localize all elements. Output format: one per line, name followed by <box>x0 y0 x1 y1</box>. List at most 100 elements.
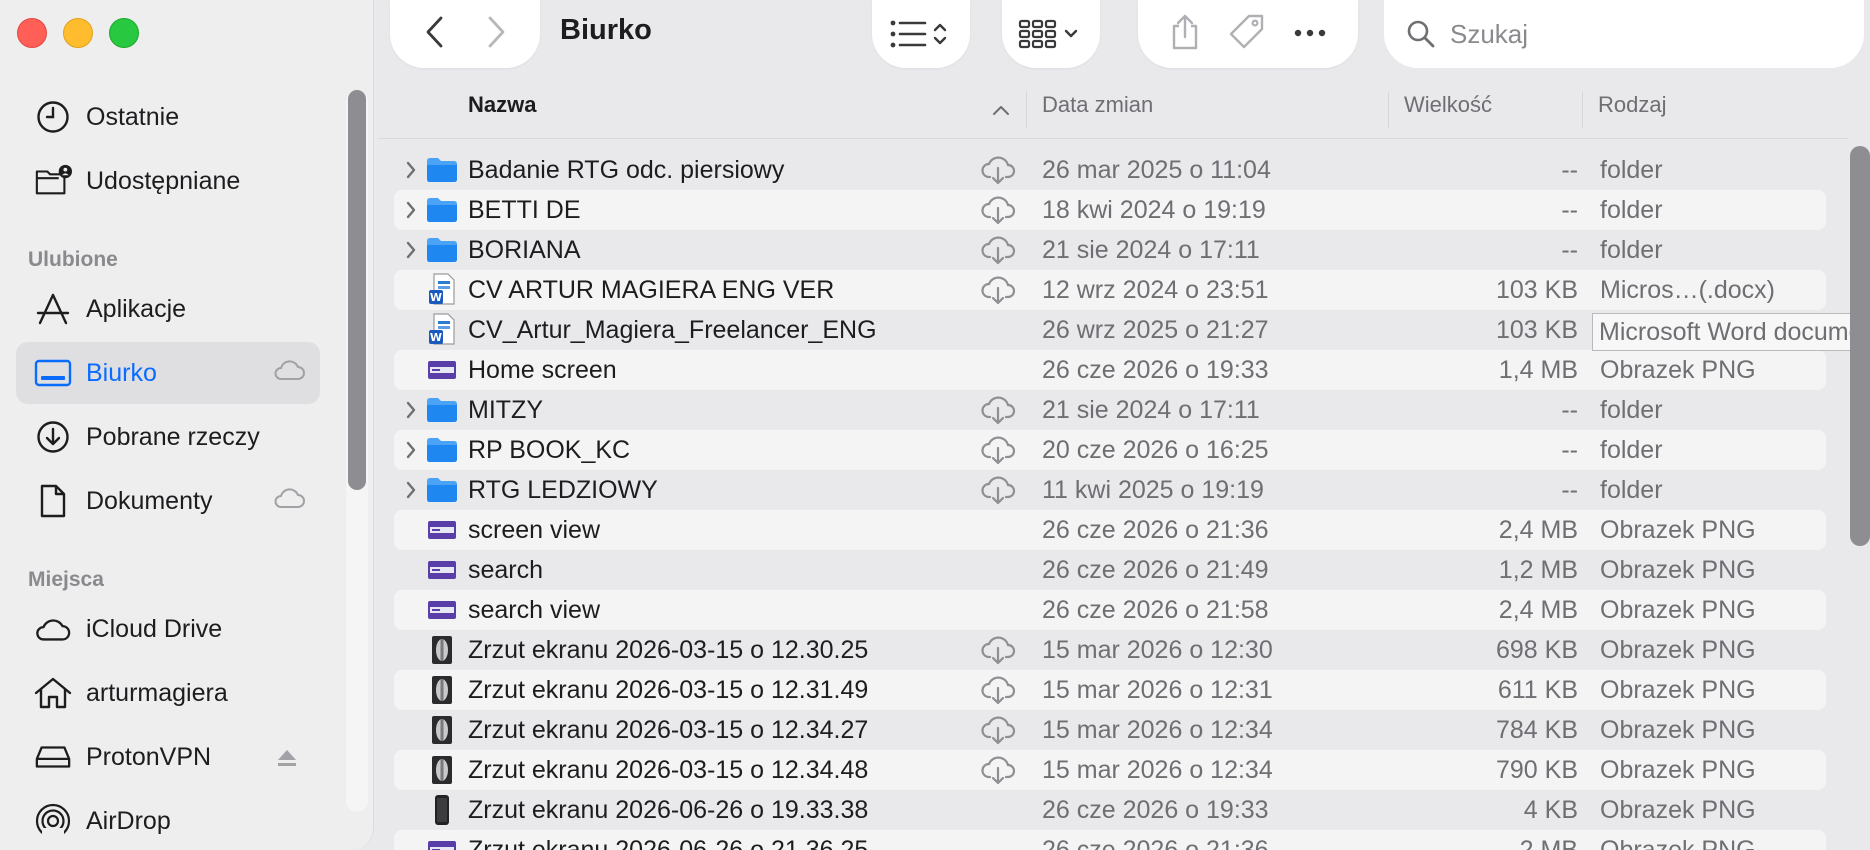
column-header-kind[interactable]: Rodzaj <box>1598 92 1666 128</box>
sidebar-item-label: AirDrop <box>86 806 171 835</box>
icloud-download-icon[interactable] <box>980 230 1016 270</box>
icloud-download-icon[interactable] <box>980 150 1016 190</box>
file-name: CV_Artur_Magiera_Freelancer_ENG <box>468 316 877 344</box>
disclosure-chevron-icon[interactable] <box>402 150 420 190</box>
icloud-download-icon[interactable] <box>980 710 1016 750</box>
disclosure-chevron-icon[interactable] <box>402 230 420 270</box>
more-actions-button[interactable] <box>1293 25 1327 43</box>
back-button[interactable] <box>423 15 447 54</box>
file-row[interactable]: Home screen 26 cze 2026 o 19:33 1,4 MB Obra… <box>394 350 1826 390</box>
file-row[interactable]: search 26 cze 2026 o 21:49 1,2 MB Obrazek P… <box>394 550 1826 590</box>
file-size: -- <box>1561 196 1578 224</box>
icloud-status-icon <box>272 486 306 517</box>
column-divider[interactable] <box>1388 92 1389 128</box>
folder-row[interactable]: BORIANA 21 sie 2024 o 17:11 -- folder <box>394 230 1826 270</box>
file-row[interactable]: Zrzut ekranu 2026-03-15 o 12.34.48 15 mar… <box>394 750 1826 790</box>
icloud-download-icon[interactable] <box>980 270 1016 310</box>
column-header-name[interactable]: Nazwa <box>468 92 536 128</box>
forward-button[interactable] <box>484 15 508 54</box>
folder-row[interactable]: RTG LEDZIOWY 11 kwi 2025 o 19:19 -- folder <box>394 470 1826 510</box>
file-row[interactable]: search view 26 cze 2026 o 21:58 2,4 MB Obra… <box>394 590 1826 630</box>
icloud-download-icon[interactable] <box>980 670 1016 710</box>
sort-ascending-icon[interactable] <box>992 104 1010 116</box>
file-row[interactable]: Zrzut ekranu 2026-06-26 o 19.33.38 26 cze… <box>394 790 1826 830</box>
icloud-download-icon[interactable] <box>980 470 1016 510</box>
file-date: 18 kwi 2024 o 19:19 <box>1042 196 1266 224</box>
file-size: 1,2 MB <box>1498 556 1578 584</box>
file-date: 26 wrz 2025 o 21:27 <box>1042 316 1269 344</box>
sidebar-item-recents[interactable]: Ostatnie <box>16 86 320 148</box>
icloud-download-icon[interactable] <box>980 390 1016 430</box>
file-row[interactable]: W CV ARTUR MAGIERA ENG VER 12 wrz 2024 o 2… <box>394 270 1826 310</box>
search-field[interactable]: Szukaj <box>1384 0 1864 68</box>
disclosure-chevron-icon[interactable] <box>402 190 420 230</box>
icloud-download-icon[interactable] <box>980 190 1016 230</box>
sidebar-item-desktop[interactable]: Biurko <box>16 342 320 404</box>
folder-icon <box>426 230 458 270</box>
sidebar-scroll-thumb[interactable] <box>348 90 366 490</box>
sidebar-item-protonvpn[interactable]: ProtonVPN <box>16 726 320 788</box>
sidebar-item-label: Pobrane rzeczy <box>86 422 260 451</box>
folder-icon <box>426 430 458 470</box>
file-name: CV ARTUR MAGIERA ENG VER <box>468 276 835 304</box>
close-window-button[interactable] <box>17 18 47 48</box>
icloud-download-icon[interactable] <box>980 750 1016 790</box>
file-row[interactable]: Zrzut ekranu 2026-03-15 o 12.34.27 15 mar… <box>394 710 1826 750</box>
sidebar-item-shared[interactable]: Udostępniane <box>16 150 320 212</box>
eject-icon[interactable] <box>276 746 298 775</box>
icloud-download-icon[interactable] <box>980 430 1016 470</box>
sidebar: Ostatnie Udostępniane Ulubione Aplikacje… <box>0 0 374 850</box>
view-mode-button[interactable] <box>872 0 970 68</box>
file-date: 26 cze 2026 o 19:33 <box>1042 796 1269 824</box>
sidebar-item-applications[interactable]: Aplikacje <box>16 278 320 340</box>
file-name: BORIANA <box>468 236 581 264</box>
column-divider[interactable] <box>1582 92 1583 128</box>
sidebar-item-home[interactable]: arturmagiera <box>16 662 320 724</box>
column-header-date[interactable]: Data zmian <box>1042 92 1153 128</box>
file-row[interactable]: Zrzut ekranu 2026-03-15 o 12.31.49 15 mar… <box>394 670 1826 710</box>
file-size: -- <box>1561 236 1578 264</box>
icloud-status-icon <box>272 358 306 389</box>
folder-row[interactable]: RP BOOK_KC 20 cze 2026 o 16:25 -- folder <box>394 430 1826 470</box>
file-list-scrollbar[interactable] <box>1850 146 1870 546</box>
file-size: -- <box>1561 436 1578 464</box>
file-kind: Obrazek PNG <box>1600 716 1756 744</box>
file-row[interactable]: screen view 26 cze 2026 o 21:36 2,4 MB Obra… <box>394 510 1826 550</box>
image-thumbnail-icon <box>426 710 458 750</box>
sidebar-item-airdrop[interactable]: AirDrop <box>16 790 320 850</box>
column-divider[interactable] <box>1026 92 1027 128</box>
file-date: 11 kwi 2025 o 19:19 <box>1042 476 1264 504</box>
sidebar-scrollbar[interactable] <box>346 90 368 812</box>
file-kind: folder <box>1600 436 1663 464</box>
sidebar-item-label: iCloud Drive <box>86 614 223 643</box>
file-name: Zrzut ekranu 2026-06-26 o 21.36.25 <box>468 836 869 850</box>
disclosure-chevron-icon[interactable] <box>402 390 420 430</box>
file-date: 20 cze 2026 o 16:25 <box>1042 436 1269 464</box>
header-separator <box>378 138 1848 139</box>
file-row[interactable]: Zrzut ekranu 2026-03-15 o 12.30.25 15 mar… <box>394 630 1826 670</box>
file-date: 15 mar 2026 o 12:34 <box>1042 716 1273 744</box>
chevron-left-icon <box>426 16 442 47</box>
sidebar-item-documents[interactable]: Dokumenty <box>16 470 320 532</box>
column-header-size[interactable]: Wielkość <box>1404 92 1492 128</box>
folder-row[interactable]: Badanie RTG odc. piersiowy 26 mar 2025 o … <box>394 150 1826 190</box>
sidebar-item-icloud-drive[interactable]: iCloud Drive <box>16 598 320 660</box>
image-thumbnail-icon <box>426 790 458 830</box>
group-by-button[interactable] <box>1002 0 1100 68</box>
folder-row[interactable]: BETTI DE 18 kwi 2024 o 19:19 -- folder <box>394 190 1826 230</box>
disclosure-chevron-icon[interactable] <box>402 430 420 470</box>
zoom-window-button[interactable] <box>109 18 139 48</box>
disclosure-chevron-icon[interactable] <box>402 470 420 510</box>
folder-row[interactable]: MITZY 21 sie 2024 o 17:11 -- folder <box>394 390 1826 430</box>
tags-button[interactable] <box>1227 12 1267 57</box>
minimize-window-button[interactable] <box>63 18 93 48</box>
file-date: 26 cze 2026 o 21:49 <box>1042 556 1269 584</box>
svg-text:W: W <box>430 331 442 344</box>
sidebar-item-downloads[interactable]: Pobrane rzeczy <box>16 406 320 468</box>
icloud-download-icon[interactable] <box>980 630 1016 670</box>
search-icon <box>1407 20 1435 48</box>
file-row[interactable]: Zrzut ekranu 2026-06-26 o 21.36.25 26 cze… <box>394 830 1826 850</box>
share-button[interactable] <box>1169 13 1201 56</box>
file-kind: Micros…(.docx) <box>1600 276 1776 304</box>
image-thumbnail-icon <box>426 550 458 590</box>
